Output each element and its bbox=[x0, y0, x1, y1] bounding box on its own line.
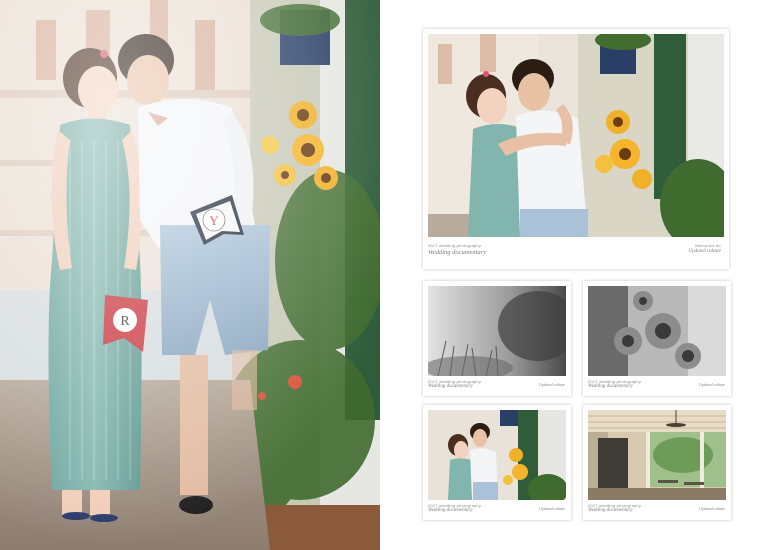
bw-sunflowers-photo bbox=[588, 286, 726, 376]
card-cafe-title: Wedding documentary bbox=[588, 508, 633, 513]
cafe-porch-photo bbox=[588, 410, 726, 500]
couple-embrace-photo bbox=[428, 34, 724, 237]
card-large-title: Wedding documentary bbox=[428, 249, 487, 256]
photo-card-cafe: 2017 wedding photography Wedding documen… bbox=[583, 405, 731, 520]
card-large-year: 2017 wedding photography bbox=[428, 243, 482, 248]
couple-street-photo: R Y bbox=[0, 0, 380, 550]
photo-card-large: 2017 wedding photography Wedding documen… bbox=[423, 29, 729, 269]
photo-card-bw-sunflowers: 2017 wedding photography Wedding documen… bbox=[583, 281, 731, 396]
couple-small-photo bbox=[428, 410, 566, 500]
bw-grass-photo bbox=[428, 286, 566, 376]
card-cafe-culture: Updated culture bbox=[699, 506, 725, 511]
card-couple-small-title: Wedding documentary bbox=[428, 508, 473, 513]
photo-card-couple-small: 2017 wedding photography Wedding documen… bbox=[423, 405, 571, 520]
card-couple-small-culture: Updated culture bbox=[539, 506, 565, 511]
card-bw-left-culture: Updated culture bbox=[539, 382, 565, 387]
left-page-photo: R Y bbox=[0, 0, 380, 550]
card-bw-right-culture: Updated culture bbox=[699, 382, 725, 387]
card-bw-left-title: Wedding documentary bbox=[428, 384, 473, 389]
album-spread: R Y bbox=[0, 0, 760, 550]
card-large-memories: Memories for bbox=[695, 243, 721, 248]
photo-card-bw-grass: 2017 wedding photography Wedding documen… bbox=[423, 281, 571, 396]
right-page: 2017 wedding photography Wedding documen… bbox=[380, 0, 760, 550]
card-bw-right-title: Wedding documentary bbox=[588, 384, 633, 389]
card-large-culture: Updated culture bbox=[688, 249, 721, 254]
